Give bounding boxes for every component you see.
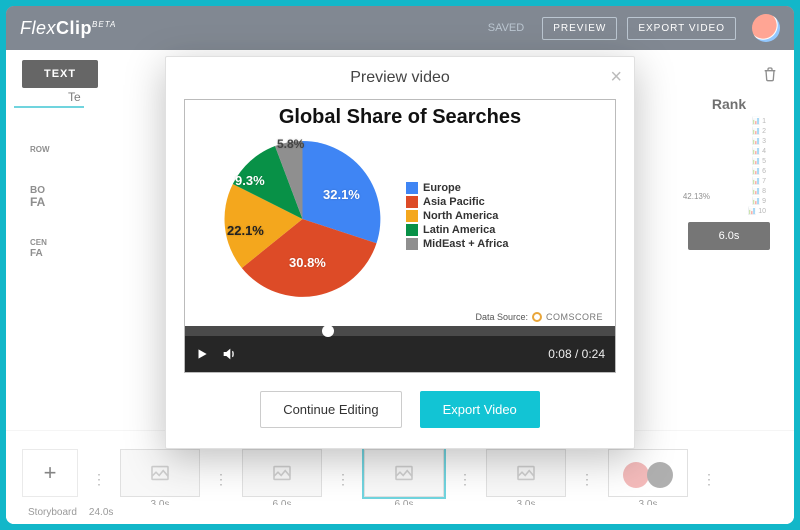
- volume-icon[interactable]: [221, 346, 237, 362]
- slice-label: 30.8%: [289, 255, 326, 270]
- modal-title: Preview video: [166, 69, 634, 87]
- data-source: Data Source: comScore: [475, 312, 603, 322]
- comscore-icon: [532, 312, 542, 322]
- legend-item: Europe: [423, 182, 461, 194]
- slice-label: 9.3%: [235, 173, 265, 188]
- modal-overlay: × Preview video Global Share of Searches: [6, 6, 794, 524]
- pie-chart: 32.1% 30.8% 22.1% 9.3% 5.8%: [195, 127, 400, 305]
- video-time: 0:08 / 0:24: [548, 347, 605, 361]
- video-preview: Global Share of Searches: [184, 99, 616, 373]
- app-window: FlexClipBETA SAVED PREVIEW EXPORT VIDEO …: [6, 6, 794, 524]
- video-scrubber[interactable]: [185, 326, 615, 336]
- chart-title: Global Share of Searches: [195, 106, 605, 129]
- scrubber-handle[interactable]: [322, 325, 334, 337]
- legend-item: Asia Pacific: [423, 196, 485, 208]
- continue-editing-button[interactable]: Continue Editing: [260, 391, 401, 428]
- data-source-name: comScore: [546, 312, 603, 322]
- export-video-modal-button[interactable]: Export Video: [420, 391, 540, 428]
- play-icon[interactable]: [195, 347, 209, 361]
- chart-legend: Europe Asia Pacific North America Latin …: [406, 180, 508, 252]
- legend-item: North America: [423, 210, 498, 222]
- slice-label: 22.1%: [227, 223, 264, 238]
- legend-item: MidEast + Africa: [423, 238, 508, 250]
- legend-item: Latin America: [423, 224, 495, 236]
- preview-video-modal: × Preview video Global Share of Searches: [165, 56, 635, 449]
- data-source-label: Data Source:: [475, 312, 528, 322]
- video-controls: 0:08 / 0:24: [185, 336, 615, 372]
- slice-label: 5.8%: [277, 137, 304, 151]
- chart-frame: Global Share of Searches: [185, 100, 615, 326]
- close-icon[interactable]: ×: [610, 67, 622, 87]
- slice-label: 32.1%: [323, 187, 360, 202]
